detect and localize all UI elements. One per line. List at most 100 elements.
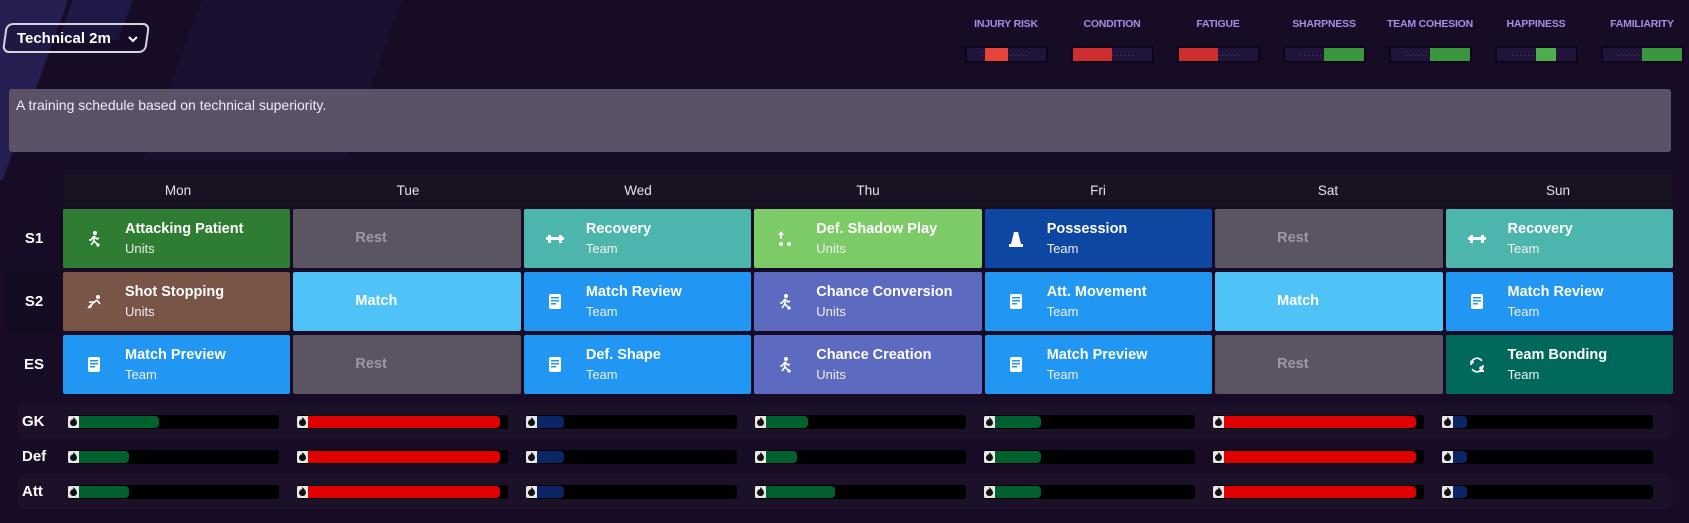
meter-fill bbox=[1536, 48, 1556, 61]
load-label: Att bbox=[22, 483, 43, 500]
load-bar-mon bbox=[68, 449, 279, 464]
load-fill bbox=[1213, 450, 1416, 463]
load-bar-sun bbox=[1442, 484, 1653, 499]
training-session-fri-s2[interactable]: Att. Movement Team bbox=[984, 272, 1213, 331]
load-bar-fri bbox=[984, 414, 1195, 429]
training-session-wed-es[interactable]: Def. Shape Team bbox=[523, 335, 752, 394]
team-bonding-icon bbox=[1446, 356, 1508, 373]
load-bar-sat bbox=[1213, 484, 1424, 499]
training-session-sat-s2[interactable]: Match bbox=[1215, 272, 1443, 331]
schedule-dropdown[interactable]: Technical 2m bbox=[1, 23, 151, 53]
load-fill bbox=[755, 485, 836, 498]
chevron-down-icon bbox=[128, 35, 138, 42]
session-subtitle: Team bbox=[1507, 240, 1540, 256]
load-bar-thu bbox=[755, 414, 966, 429]
flame-icon bbox=[1442, 450, 1453, 463]
day-header-wed: Wed bbox=[624, 183, 652, 198]
load-bar-wed bbox=[526, 414, 737, 429]
session-title: Chance Creation bbox=[816, 346, 932, 363]
session-label: S1 bbox=[24, 230, 44, 247]
meter-bar bbox=[1494, 46, 1578, 63]
meter-fill bbox=[1072, 48, 1112, 61]
document-icon bbox=[1446, 294, 1508, 309]
load-fill bbox=[1213, 415, 1416, 428]
flame-icon bbox=[526, 415, 537, 428]
training-session-wed-s1[interactable]: Recovery Team bbox=[523, 209, 752, 268]
meter-label: CONDITION bbox=[1083, 18, 1141, 30]
document-icon bbox=[524, 294, 586, 309]
meter-label: FAMILIARITY bbox=[1610, 18, 1674, 30]
schedule-grid: Mon Tue Wed Thu Fri Sat Sun S1 Attacking Patie… bbox=[5, 174, 1673, 396]
flame-icon bbox=[1213, 485, 1224, 498]
dumbbell-icon bbox=[1446, 234, 1508, 244]
session-subtitle: Team bbox=[1507, 303, 1540, 319]
player-kick-icon bbox=[754, 293, 816, 311]
meter-fill bbox=[1642, 48, 1682, 61]
load-bar-wed bbox=[526, 449, 737, 464]
session-title: Rest bbox=[355, 356, 387, 372]
flame-icon bbox=[68, 450, 79, 463]
meter-bar bbox=[1176, 46, 1260, 63]
training-session-fri-es[interactable]: Match Preview Team bbox=[984, 335, 1213, 394]
session-title: Recovery bbox=[1507, 220, 1573, 237]
training-session-mon-s2[interactable]: Shot Stopping Units bbox=[63, 272, 291, 331]
load-bar-tue bbox=[297, 414, 508, 429]
document-icon bbox=[985, 357, 1047, 372]
day-header-mon: Mon bbox=[164, 183, 192, 198]
training-session-fri-s1[interactable]: Possession Team bbox=[984, 209, 1213, 268]
flame-icon bbox=[1442, 415, 1453, 428]
load-bar-fri bbox=[984, 449, 1195, 464]
training-session-tue-s1[interactable]: Rest bbox=[293, 209, 521, 268]
session-title: Att. Movement bbox=[1046, 283, 1147, 300]
session-subtitle: Team bbox=[125, 366, 157, 382]
load-row-gk: GK bbox=[18, 404, 1673, 439]
shadow-play-icon bbox=[754, 230, 816, 248]
meter-label: HAPPINESS bbox=[1506, 18, 1566, 30]
load-label: Def bbox=[22, 448, 47, 465]
meter-fill bbox=[984, 48, 1008, 61]
session-title: Match Review bbox=[585, 283, 682, 300]
session-title: Def. Shape bbox=[585, 346, 661, 363]
flame-icon bbox=[526, 450, 537, 463]
training-session-sun-es[interactable]: Team Bonding Team bbox=[1445, 335, 1673, 394]
training-session-thu-es[interactable]: Chance Creation Units bbox=[754, 335, 982, 394]
session-subtitle: Units bbox=[816, 303, 846, 319]
training-session-sun-s2[interactable]: Match Review Team bbox=[1445, 272, 1673, 331]
player-kick-icon bbox=[754, 356, 816, 374]
training-session-thu-s1[interactable]: Def. Shadow Play Units bbox=[754, 209, 982, 268]
cone-icon bbox=[985, 231, 1047, 247]
session-title: Attacking Patient bbox=[125, 220, 244, 237]
training-session-tue-s2[interactable]: Match bbox=[293, 272, 521, 331]
training-session-thu-s2[interactable]: Chance Conversion Units bbox=[754, 272, 982, 331]
load-fill bbox=[1213, 485, 1416, 498]
flame-icon bbox=[68, 485, 79, 498]
session-row-s1: S1 Attacking Patient Units Rest Recovery … bbox=[5, 207, 1673, 270]
training-session-tue-es[interactable]: Rest bbox=[293, 335, 521, 394]
session-label: S2 bbox=[5, 270, 63, 333]
session-subtitle: Team bbox=[585, 240, 618, 256]
session-title: Rest bbox=[355, 230, 387, 246]
training-session-wed-s2[interactable]: Match Review Team bbox=[523, 272, 752, 331]
session-title: Match Preview bbox=[125, 346, 226, 363]
load-bar-thu bbox=[755, 484, 966, 499]
training-session-sat-s1[interactable]: Rest bbox=[1215, 209, 1443, 268]
meter-bar bbox=[1070, 46, 1154, 63]
meter-fill bbox=[1178, 48, 1218, 61]
flame-icon bbox=[526, 485, 537, 498]
load-fill bbox=[68, 415, 159, 428]
flame-icon bbox=[1442, 485, 1453, 498]
training-session-mon-es[interactable]: Match Preview Team bbox=[63, 335, 291, 394]
session-subtitle: Team bbox=[1046, 366, 1079, 382]
document-icon bbox=[63, 357, 125, 372]
session-title: Match Review bbox=[1507, 283, 1604, 300]
flame-icon bbox=[1213, 415, 1224, 428]
training-session-mon-s1[interactable]: Attacking Patient Units bbox=[63, 209, 291, 268]
load-fill bbox=[297, 485, 500, 498]
training-session-sat-es[interactable]: Rest bbox=[1215, 335, 1443, 394]
training-session-sun-s1[interactable]: Recovery Team bbox=[1445, 209, 1673, 268]
session-title: Recovery bbox=[585, 220, 652, 237]
session-row-es: ES Match Preview Team Rest Def. Shape Tea… bbox=[5, 333, 1673, 396]
session-title: Rest bbox=[1277, 356, 1309, 372]
session-subtitle: Units bbox=[816, 366, 846, 382]
flame-icon bbox=[1213, 450, 1224, 463]
